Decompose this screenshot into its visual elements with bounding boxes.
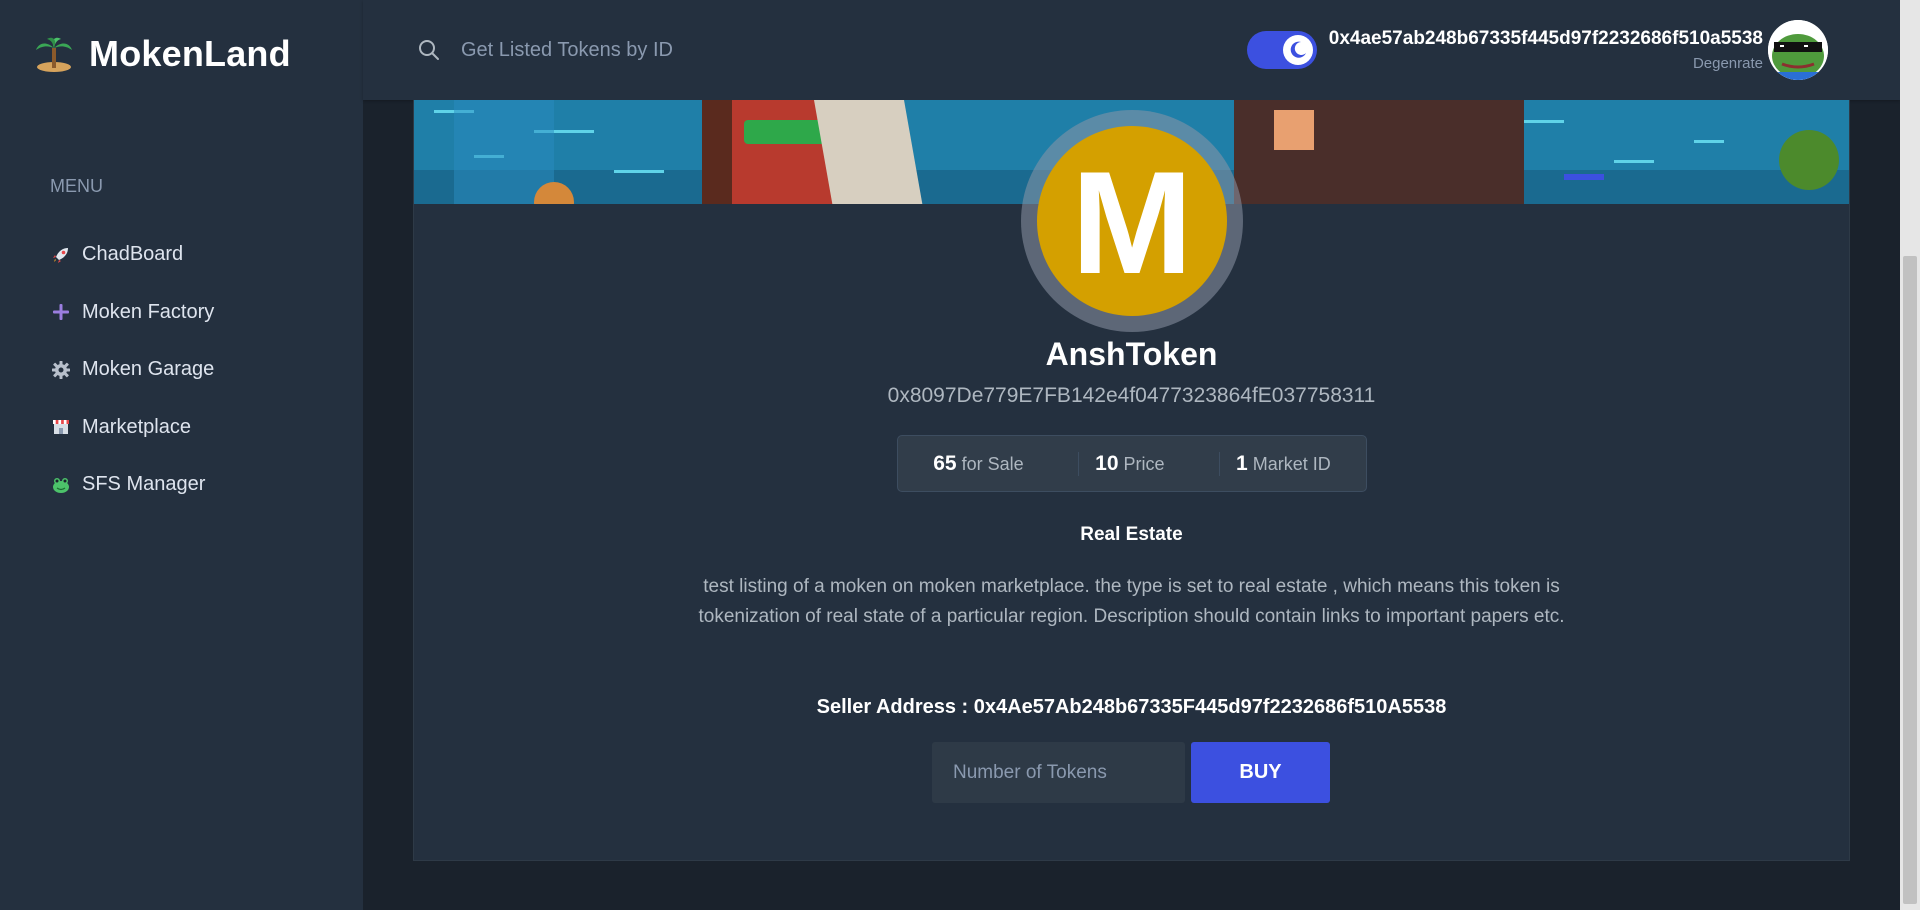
gear-icon: [50, 359, 72, 381]
token-listing-card: M AnshToken 0x8097De779E7FB142e4f0477323…: [413, 100, 1850, 861]
avatar[interactable]: [1768, 20, 1828, 80]
stat-label: Market ID: [1252, 453, 1331, 474]
top-header: 0x4ae57ab248b67335f445d97f2232686f510a55…: [363, 0, 1900, 100]
scrollbar-thumb[interactable]: [1903, 256, 1917, 904]
token-avatar-circle: M: [1037, 126, 1227, 316]
user-role: Degenrate: [1692, 55, 1763, 72]
store-icon: [50, 416, 72, 438]
sidebar-item-chadboard[interactable]: ChadBoard: [50, 226, 214, 284]
sidebar: MokenLand MENU ChadBoard Moken Factory M…: [0, 0, 363, 910]
token-name: AnshToken: [1045, 336, 1218, 372]
token-avatar: M: [1021, 110, 1243, 332]
seller-address: Seller Address : 0x4Ae57Ab248b67335F445d…: [816, 696, 1447, 718]
user-info[interactable]: 0x4ae57ab248b67335f445d97f2232686f510a55…: [1329, 28, 1763, 72]
sidebar-item-label: Marketplace: [82, 415, 191, 438]
token-avatar-letter: M: [1071, 141, 1193, 304]
stat-value: 65: [933, 451, 957, 475]
moon-icon: [1290, 41, 1306, 58]
page-scrollbar[interactable]: [1900, 0, 1920, 910]
pepe-avatar-image: [1768, 20, 1828, 80]
token-stats: 65 for Sale 10 Price 1 Market ID: [897, 435, 1367, 492]
sidebar-item-moken-factory[interactable]: Moken Factory: [50, 284, 214, 342]
sidebar-item-label: Moken Factory: [82, 300, 215, 323]
search-input[interactable]: [461, 38, 881, 62]
buy-form: BUY: [932, 742, 1330, 803]
sidebar-item-label: Moken Garage: [82, 358, 215, 381]
user-address: 0x4ae57ab248b67335f445d97f2232686f510a55…: [1328, 28, 1763, 49]
stat-label: Price: [1123, 453, 1165, 474]
token-description: test listing of a moken on moken marketp…: [698, 576, 1565, 627]
stat-label: for Sale: [961, 453, 1024, 474]
sidebar-menu: ChadBoard Moken Factory Moken Garage Mar…: [50, 226, 214, 514]
stat-value: 1: [1236, 451, 1248, 475]
palm-island-icon: [36, 37, 72, 72]
sidebar-item-sfs-manager[interactable]: SFS Manager: [50, 456, 214, 514]
toggle-knob: [1283, 35, 1313, 65]
rocket-icon: [50, 244, 72, 266]
theme-toggle[interactable]: [1247, 31, 1317, 69]
token-contract-address: 0x8097De779E7FB142e4f0477323864fE0377583…: [887, 384, 1376, 407]
sidebar-item-label: SFS Manager: [82, 473, 206, 496]
token-category: Real Estate: [1080, 524, 1183, 545]
search-icon[interactable]: [417, 38, 441, 62]
sidebar-item-marketplace[interactable]: Marketplace: [50, 399, 214, 457]
buy-button[interactable]: BUY: [1191, 742, 1330, 803]
menu-heading: MENU: [50, 176, 103, 196]
plus-icon: [50, 301, 72, 323]
app-logo[interactable]: MokenLand: [35, 33, 291, 74]
sidebar-item-moken-garage[interactable]: Moken Garage: [50, 341, 214, 399]
stat-market-id: 1 Market ID: [1219, 451, 1347, 476]
number-of-tokens-input[interactable]: [932, 742, 1185, 803]
search-bar: [417, 38, 881, 62]
frog-icon: [50, 474, 72, 496]
stat-value: 10: [1095, 451, 1119, 475]
app-name: MokenLand: [89, 33, 291, 74]
stat-for-sale: 65 for Sale: [917, 452, 1039, 476]
stat-price: 10 Price: [1078, 451, 1180, 476]
sidebar-item-label: ChadBoard: [82, 243, 184, 266]
